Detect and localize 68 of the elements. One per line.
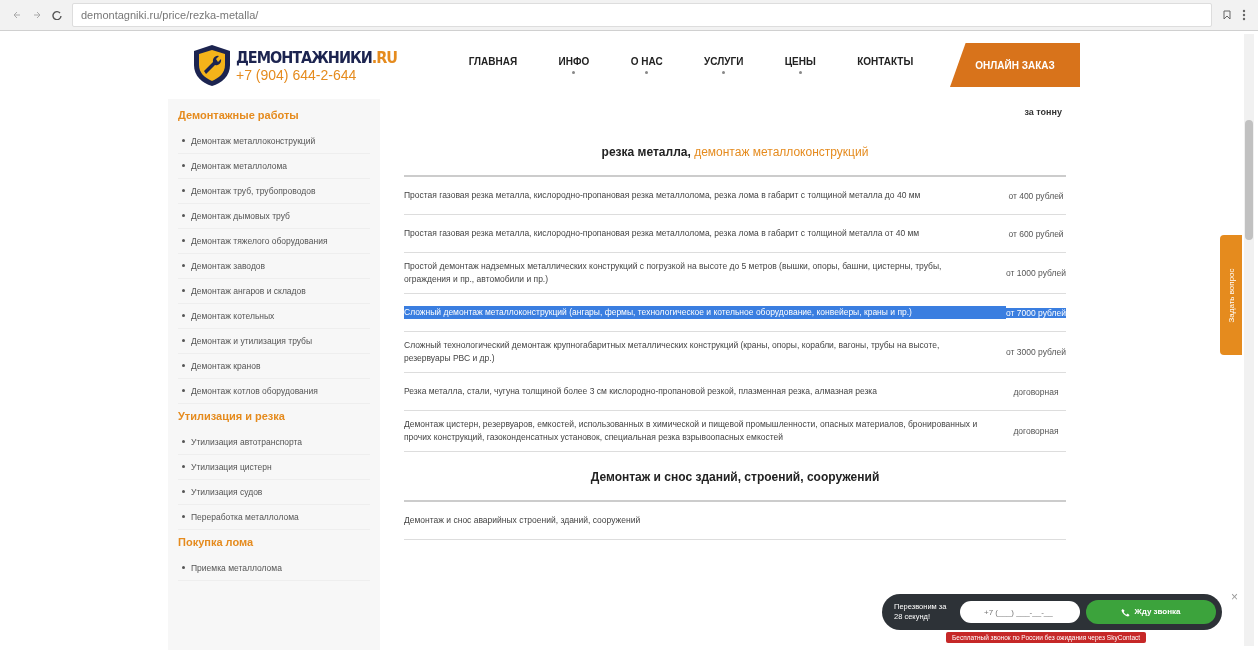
- bullet-icon: [182, 188, 185, 192]
- sidebar-link[interactable]: Демонтаж и утилизация трубы: [191, 329, 313, 353]
- bookmark-icon[interactable]: [1222, 10, 1232, 20]
- bullet-icon: [182, 263, 185, 267]
- price-text: за тонну: [1023, 106, 1063, 119]
- bullet-icon: [182, 565, 185, 569]
- service-description: Демонтаж цистерн, резервуаров, емкостей, использованных в химической и пищевой промышленности, опасных материалов, бронированных и прочих конструкций, газоконденсатных установок, специальная резка взрывоопасных емкостей: [404, 418, 979, 444]
- sidebar-link[interactable]: Демонтаж труб, трубопроводов: [191, 179, 316, 203]
- bullet-icon: [182, 138, 185, 142]
- shield-wrench-icon: [192, 43, 232, 87]
- price-text: договорная: [1012, 386, 1060, 397]
- bullet-icon: [182, 464, 185, 468]
- sidebar-link[interactable]: Демонтаж металлолома: [191, 154, 288, 178]
- nav-link[interactable]: ИНФО: [558, 56, 590, 74]
- bullet-icon: [182, 238, 185, 242]
- nav-link[interactable]: КОНТАКТЫ: [857, 56, 914, 74]
- sidebar-link[interactable]: Демонтаж дымовых труб: [191, 204, 290, 228]
- heading-text: резка металла,: [601, 145, 692, 159]
- address-bar[interactable]: demontagniki.ru/price/rezka-metalla/: [72, 3, 1212, 27]
- service-description: Простая газовая резка металла, кислородно-пропановая резка металлолома, резка лома в габарит с толщиной металла до 40 мм: [404, 189, 922, 202]
- menu-icon[interactable]: [1242, 9, 1246, 21]
- sidebar-link[interactable]: Приемка металлолома: [191, 556, 282, 580]
- service-description: Простой демонтаж надземных металлических конструкций с погрузкой на высоте до 5 метров (вышки, опоры, башни, цистерны, трубы, ограждения и пр., автомобили и пр.): [404, 260, 943, 286]
- bullet-icon: [182, 288, 185, 292]
- sidebar-link[interactable]: Демонтаж тяжелого оборудования: [191, 229, 328, 253]
- sidebar-heading: Демонтажные работы: [178, 109, 300, 121]
- nav-link[interactable]: УСЛУГИ: [704, 56, 744, 74]
- scrollbar-thumb[interactable]: [1245, 120, 1253, 240]
- bullet-icon: [182, 489, 185, 493]
- sidebar-heading: Утилизация и резка: [178, 410, 286, 422]
- bullet-icon: [182, 213, 185, 217]
- sidebar-link[interactable]: Демонтаж заводов: [191, 254, 266, 278]
- sidebar-link[interactable]: Демонтаж кранов: [191, 354, 261, 378]
- service-description: Демонтаж и снос аварийных строений, зданий, сооружений: [404, 514, 642, 527]
- heading-text: Демонтаж и снос зданий, строений, сооружений: [590, 470, 880, 484]
- nav-link[interactable]: ЦЕНЫ: [784, 56, 816, 74]
- price-text: от 600 рублей: [1007, 228, 1065, 239]
- bullet-icon: [182, 338, 185, 342]
- sidebar-link[interactable]: Демонтаж котлов оборудования: [191, 379, 318, 403]
- sidebar-link[interactable]: Демонтаж металлоконструкций: [191, 129, 316, 153]
- sidebar-link[interactable]: Утилизация автотранспорта: [191, 430, 303, 454]
- phone-icon: [1121, 607, 1131, 617]
- service-description: Сложный технологический демонтаж крупногабаритных металлических конструкций (краны, опоры, корабли, вагоны, трубы на высоте, резервуары РВС и др.): [404, 339, 941, 365]
- price-text: от 1000 рублей: [1006, 268, 1066, 278]
- bullet-icon: [182, 388, 185, 392]
- phone-field[interactable]: +7 (___) ___-__-__: [960, 601, 1080, 623]
- price-text: от 7000 рублей: [1006, 307, 1066, 318]
- logo-text[interactable]: ДЕМОНТАЖНИКИ.RU: [236, 47, 397, 67]
- bullet-icon: [182, 514, 185, 518]
- bullet-icon: [182, 363, 185, 367]
- service-description: Резка металла, стали, чугуна толщиной более 3 см кислородно-пропановой резкой, плазменная резка, алмазная резка: [404, 385, 878, 398]
- bullet-icon: [182, 163, 185, 167]
- bullet-icon: [182, 313, 185, 317]
- sidebar-link[interactable]: Утилизация судов: [191, 480, 263, 504]
- service-description: Простая газовая резка металла, кислородно-пропановая резка металлолома, резка лома в габарит с толщиной металла от 40 мм: [404, 227, 921, 240]
- sidebar-link[interactable]: Переработка металлолома: [191, 505, 299, 529]
- sidebar-link[interactable]: Утилизация цистерн: [191, 455, 272, 479]
- sidebar-heading: Покупка лома: [178, 536, 255, 548]
- price-text: от 400 рублей: [1007, 190, 1065, 201]
- price-text: договорная: [1012, 426, 1060, 436]
- sidebar-link[interactable]: Демонтаж котельных: [191, 304, 275, 328]
- nav-link[interactable]: О НАС: [630, 56, 663, 74]
- nav-link[interactable]: ГЛАВНАЯ: [468, 56, 518, 74]
- price-text: от 3000 рублей: [1006, 347, 1066, 357]
- service-description: Сложный демонтаж металлоконструкций (ангары, фермы, технологическое и котельное оборудование, конвейеры, краны и пр.): [404, 306, 1006, 319]
- bullet-icon: [182, 439, 185, 443]
- sidebar-link[interactable]: Демонтаж ангаров и складов: [191, 279, 306, 303]
- reload-icon[interactable]: [52, 10, 62, 20]
